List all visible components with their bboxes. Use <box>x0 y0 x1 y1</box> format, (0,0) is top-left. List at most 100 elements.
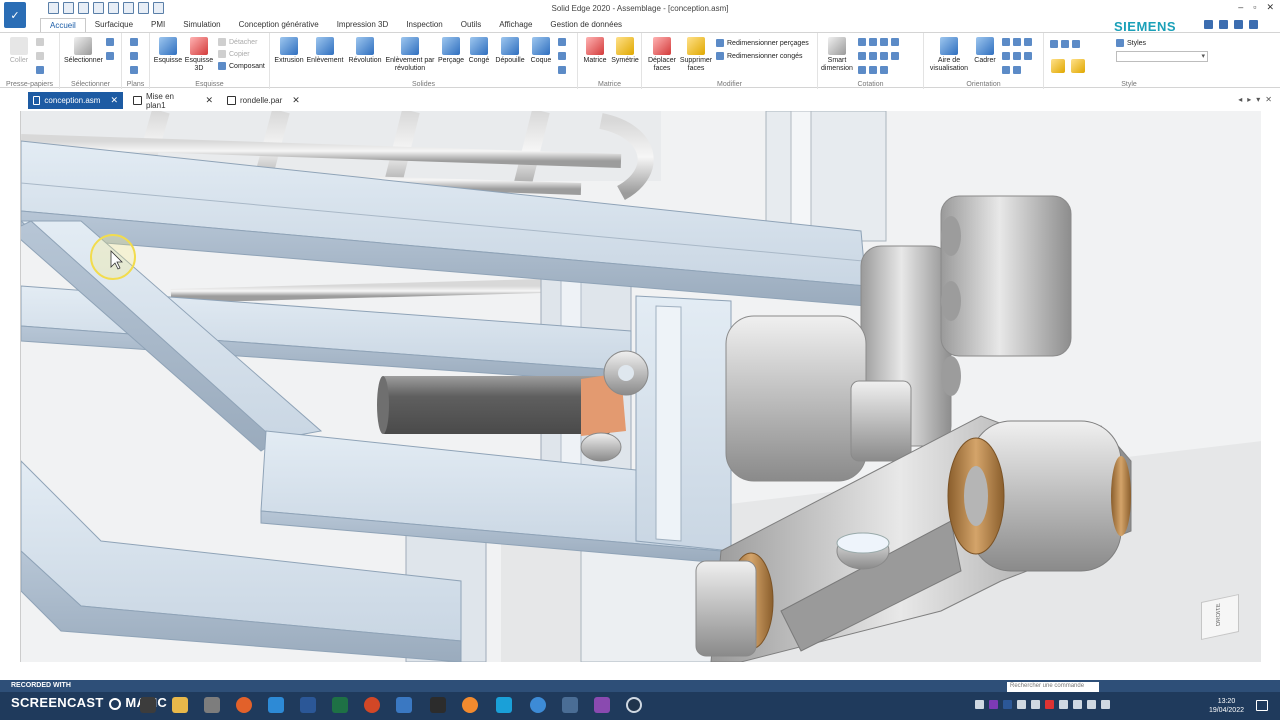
rotate-tools[interactable] <box>1002 52 1032 60</box>
file-explorer-icon[interactable] <box>172 697 188 713</box>
copy-button[interactable] <box>36 52 44 60</box>
coller-button[interactable]: Coller <box>6 37 32 65</box>
close-icon[interactable]: ✕ <box>292 95 300 106</box>
depouille-button[interactable]: Dépouille <box>492 37 528 65</box>
plane-button-2[interactable] <box>130 52 138 60</box>
collapse-ribbon-icon[interactable] <box>1249 20 1258 29</box>
tray-icon-3[interactable] <box>1003 700 1012 709</box>
extrusion-button[interactable]: Extrusion <box>272 37 306 65</box>
tab-list-icon[interactable]: ▾ <box>1256 95 1260 104</box>
close-icon[interactable]: ✕ <box>110 95 118 106</box>
redimensionner-percages-button[interactable]: Redimensionner perçages <box>716 39 809 47</box>
format-button[interactable] <box>36 66 44 74</box>
app-icon-8[interactable] <box>626 697 642 713</box>
tab-outils[interactable]: Outils <box>452 18 490 32</box>
selectionner-button[interactable]: Sélectionner <box>64 37 103 65</box>
close-button[interactable]: ✕ <box>1266 2 1274 13</box>
app-icon-3[interactable] <box>430 697 446 713</box>
layout-icon[interactable] <box>1204 20 1213 29</box>
cadrer-button[interactable]: Cadrer <box>972 37 998 65</box>
tray-icon-2[interactable] <box>989 700 998 709</box>
solid-extra-2[interactable] <box>558 52 566 60</box>
tray-icon-7[interactable] <box>1059 700 1068 709</box>
volume-icon[interactable] <box>1101 700 1110 709</box>
tray-icon-4[interactable] <box>1017 700 1026 709</box>
tab-conception-generative[interactable]: Conception générative <box>230 18 328 32</box>
dim-tool-3[interactable] <box>858 66 888 74</box>
styles-dropdown[interactable]: ▾ <box>1116 51 1208 62</box>
chat-icon[interactable] <box>562 697 578 713</box>
dim-tool-1[interactable] <box>858 38 899 46</box>
app-icon-6[interactable] <box>530 697 546 713</box>
tray-icon-6[interactable] <box>1045 700 1054 709</box>
tab-pmi[interactable]: PMI <box>142 18 174 32</box>
taskview-icon[interactable] <box>140 697 156 713</box>
tab-impression-3d[interactable]: Impression 3D <box>328 18 398 32</box>
supprimer-faces-button[interactable]: Supprimer faces <box>678 37 714 73</box>
plane-button-3[interactable] <box>130 66 138 74</box>
notification-icon[interactable] <box>1256 700 1268 711</box>
smart-dimension-button[interactable]: Smart dimension <box>820 37 854 73</box>
tray-icon-1[interactable] <box>975 700 984 709</box>
solid-edge-taskbar-icon[interactable] <box>396 697 412 713</box>
doc-tab-rondelle[interactable]: rondelle.par ✕ <box>222 92 306 109</box>
word-icon[interactable] <box>300 697 316 713</box>
tab-gestion-donnees[interactable]: Gestion de données <box>541 18 631 32</box>
app-icon-7[interactable] <box>594 697 610 713</box>
esquisse-3d-button[interactable]: Esquisse 3D <box>184 37 214 73</box>
matrice-button[interactable]: Matrice <box>580 37 610 65</box>
close-doc-icon[interactable]: ✕ <box>1265 95 1272 104</box>
view-style-row-1[interactable] <box>1050 40 1080 48</box>
redimensionner-conges-button[interactable]: Redimensionner congés <box>716 52 803 60</box>
tab-surfacique[interactable]: Surfacique <box>86 18 142 32</box>
3d-viewport[interactable]: DROITE <box>20 111 1261 662</box>
filter-button[interactable] <box>106 38 114 46</box>
copier-button[interactable]: Copier <box>218 50 250 58</box>
aire-visualisation-button[interactable]: Aire de visualisation <box>926 37 972 73</box>
close-icon[interactable]: ✕ <box>205 95 213 106</box>
view-tools[interactable] <box>1002 66 1021 74</box>
solid-extra-3[interactable] <box>558 66 566 74</box>
doc-tab-mise-en-plan[interactable]: Mise en plan1 ✕ <box>128 92 218 110</box>
view-cube[interactable]: DROITE <box>1201 593 1239 641</box>
help-icon[interactable] <box>1234 20 1243 29</box>
app-icon-4[interactable] <box>462 697 478 713</box>
app-icon-5[interactable] <box>496 697 512 713</box>
maximize-button[interactable]: ▫ <box>1253 2 1256 13</box>
shaded-edges-button[interactable] <box>1070 59 1086 75</box>
solid-extra-1[interactable] <box>558 38 566 46</box>
options-icon[interactable] <box>1219 20 1228 29</box>
conge-button[interactable]: Congé <box>466 37 492 65</box>
cut-button[interactable] <box>36 38 44 46</box>
deplacer-faces-button[interactable]: Déplacer faces <box>644 37 680 73</box>
prev-tab-icon[interactable]: ◂ <box>1238 95 1242 104</box>
command-search-input[interactable]: Rechercher une commande <box>1007 682 1099 692</box>
tray-icon-8[interactable] <box>1073 700 1082 709</box>
next-tab-icon[interactable]: ▸ <box>1247 95 1251 104</box>
tab-affichage[interactable]: Affichage <box>490 18 541 32</box>
tab-accueil[interactable]: Accueil <box>40 18 86 32</box>
mail-icon[interactable] <box>268 697 284 713</box>
shaded-style-button[interactable] <box>1050 59 1066 75</box>
revolution-button[interactable]: Révolution <box>346 37 384 65</box>
percage-button[interactable]: Perçage <box>436 37 466 65</box>
minimize-button[interactable]: – <box>1238 2 1243 13</box>
zoom-tools[interactable] <box>1002 38 1032 46</box>
composant-button[interactable]: Composant <box>218 62 265 70</box>
doc-tab-conception[interactable]: conception.asm ✕ <box>28 92 123 109</box>
powerpoint-icon[interactable] <box>364 697 380 713</box>
clock[interactable]: 13:20 19/04/2022 <box>1209 697 1244 715</box>
tab-inspection[interactable]: Inspection <box>397 18 451 32</box>
select-tools-button[interactable] <box>106 52 114 60</box>
enlevement-button[interactable]: Enlèvement <box>306 37 344 65</box>
coque-button[interactable]: Coque <box>528 37 554 65</box>
plane-button-1[interactable] <box>130 38 138 46</box>
tab-simulation[interactable]: Simulation <box>174 18 229 32</box>
symetrie-button[interactable]: Symétrie <box>610 37 640 65</box>
detacher-button[interactable]: Détacher <box>218 38 257 46</box>
app-icon-2[interactable] <box>204 697 220 713</box>
enlevement-revolution-button[interactable]: Enlèvement par révolution <box>384 37 436 73</box>
esquisse-button[interactable]: Esquisse <box>152 37 184 65</box>
wifi-icon[interactable] <box>1087 700 1096 709</box>
dim-tool-2[interactable] <box>858 52 899 60</box>
